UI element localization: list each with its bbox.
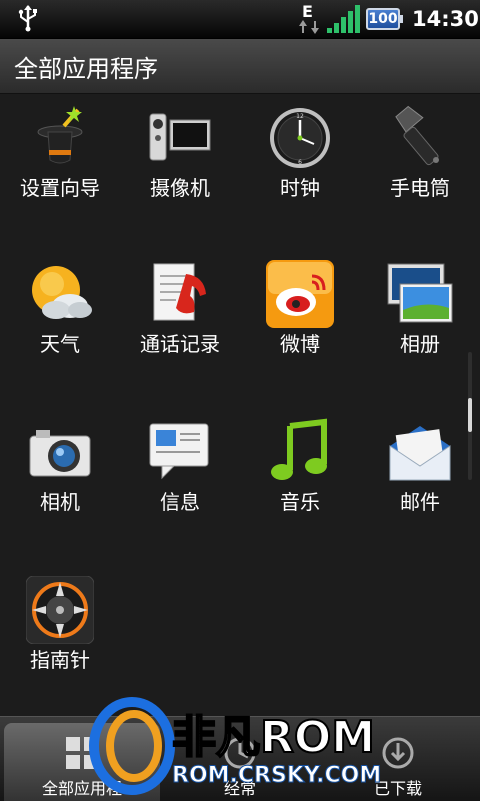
app-compass[interactable]: 指南针 [0, 566, 120, 676]
weather-icon [32, 266, 92, 319]
app-camera[interactable]: 相机 [0, 408, 120, 518]
watermark-logo: 非凡ROM ROM.CRSKY.COM [89, 697, 382, 795]
call-log-icon [153, 263, 206, 321]
app-messages[interactable]: 信息 [120, 408, 240, 518]
signal-icon [327, 5, 360, 33]
app-label: 相册 [400, 332, 440, 356]
app-label: 信息 [160, 490, 200, 514]
scrollbar-thumb[interactable] [468, 398, 472, 432]
app-gallery[interactable]: 相册 [360, 250, 480, 360]
app-label: 微博 [280, 332, 320, 356]
app-mail[interactable]: 邮件 [360, 408, 480, 518]
page-header: 全部应用程序 [0, 39, 480, 94]
app-label: 相机 [40, 490, 80, 514]
status-clock: 14:30 [412, 7, 479, 31]
page-title: 全部应用程序 [14, 55, 158, 83]
usb-icon [18, 5, 37, 32]
watermark-brand: 非凡ROM [172, 712, 375, 763]
app-clock[interactable]: 12 6 时钟 [240, 94, 360, 204]
battery-icon: 100 [366, 8, 403, 30]
mail-icon [389, 426, 451, 481]
app-label: 通话记录 [140, 332, 220, 356]
network-edge-icon: E [298, 2, 322, 36]
status-bar: E 100 14:30 [0, 0, 480, 39]
app-label: 指南针 [30, 648, 90, 672]
app-label: 邮件 [400, 490, 440, 514]
wizard-hat-icon [37, 106, 83, 164]
app-grid: 设置向导 摄像机 12 6 时钟 手电筒 天气 通话记录 微博 相册 相机 信息… [0, 94, 480, 716]
watermark-url: ROM.CRSKY.COM [172, 763, 381, 788]
app-music[interactable]: 音乐 [240, 408, 360, 518]
app-camcorder[interactable]: 摄像机 [120, 94, 240, 204]
clock-icon: 12 6 [270, 108, 330, 168]
svg-text:12: 12 [296, 113, 304, 120]
app-label: 时钟 [280, 176, 320, 200]
app-weibo[interactable]: 微博 [240, 250, 360, 360]
app-label: 天气 [40, 332, 80, 356]
flashlight-icon [395, 105, 439, 166]
camcorder-icon [149, 113, 211, 161]
gallery-icon [387, 263, 453, 323]
messages-icon [149, 423, 209, 480]
svg-text:6: 6 [298, 159, 302, 166]
app-call-log[interactable]: 通话记录 [120, 250, 240, 360]
compass-icon [26, 576, 94, 644]
app-label: 手电筒 [390, 176, 450, 200]
app-flashlight[interactable]: 手电筒 [360, 94, 480, 204]
app-label: 摄像机 [150, 176, 210, 200]
camera-icon [29, 430, 91, 477]
app-label: 音乐 [280, 490, 320, 514]
app-label: 设置向导 [20, 176, 100, 200]
weibo-icon [266, 260, 334, 328]
app-weather[interactable]: 天气 [0, 250, 120, 360]
app-setup-wizard[interactable]: 设置向导 [0, 94, 120, 204]
music-icon [271, 418, 327, 480]
